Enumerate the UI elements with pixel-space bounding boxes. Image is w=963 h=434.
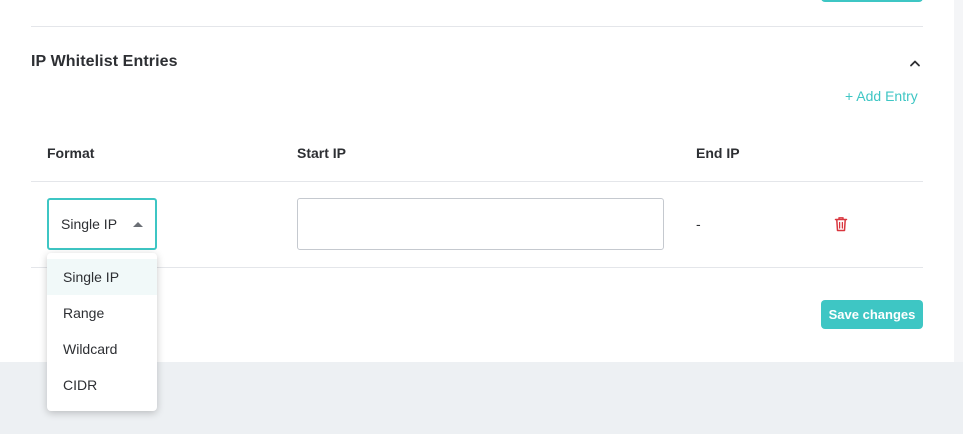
dropdown-option-single-ip[interactable]: Single IP: [47, 259, 157, 295]
add-entry-link[interactable]: + Add Entry: [845, 88, 918, 104]
column-header-start-ip: Start IP: [297, 145, 347, 161]
table-row-divider: [31, 267, 923, 268]
end-ip-value: -: [696, 216, 701, 232]
previous-section-button-edge[interactable]: [821, 0, 923, 2]
dropdown-option-cidr[interactable]: CIDR: [47, 367, 157, 403]
column-header-format: Format: [47, 145, 95, 161]
section-divider: [31, 26, 923, 27]
dropdown-option-wildcard[interactable]: Wildcard: [47, 331, 157, 367]
trash-icon: [834, 217, 848, 232]
scrollbar-track[interactable]: [954, 0, 963, 362]
save-changes-button[interactable]: Save changes: [821, 300, 923, 329]
format-select-value: Single IP: [61, 216, 118, 232]
format-select[interactable]: Single IP: [47, 198, 157, 250]
table-header-divider: [31, 181, 923, 182]
chevron-up-icon: [910, 60, 920, 67]
collapse-section-button[interactable]: [906, 55, 924, 71]
dropdown-option-range[interactable]: Range: [47, 295, 157, 331]
start-ip-input[interactable]: [297, 198, 664, 250]
delete-entry-button[interactable]: [834, 216, 850, 234]
column-header-end-ip: End IP: [696, 145, 740, 161]
section-title: IP Whitelist Entries: [31, 53, 178, 70]
caret-up-icon: [133, 222, 143, 227]
format-dropdown-menu: Single IP Range Wildcard CIDR: [47, 253, 157, 411]
